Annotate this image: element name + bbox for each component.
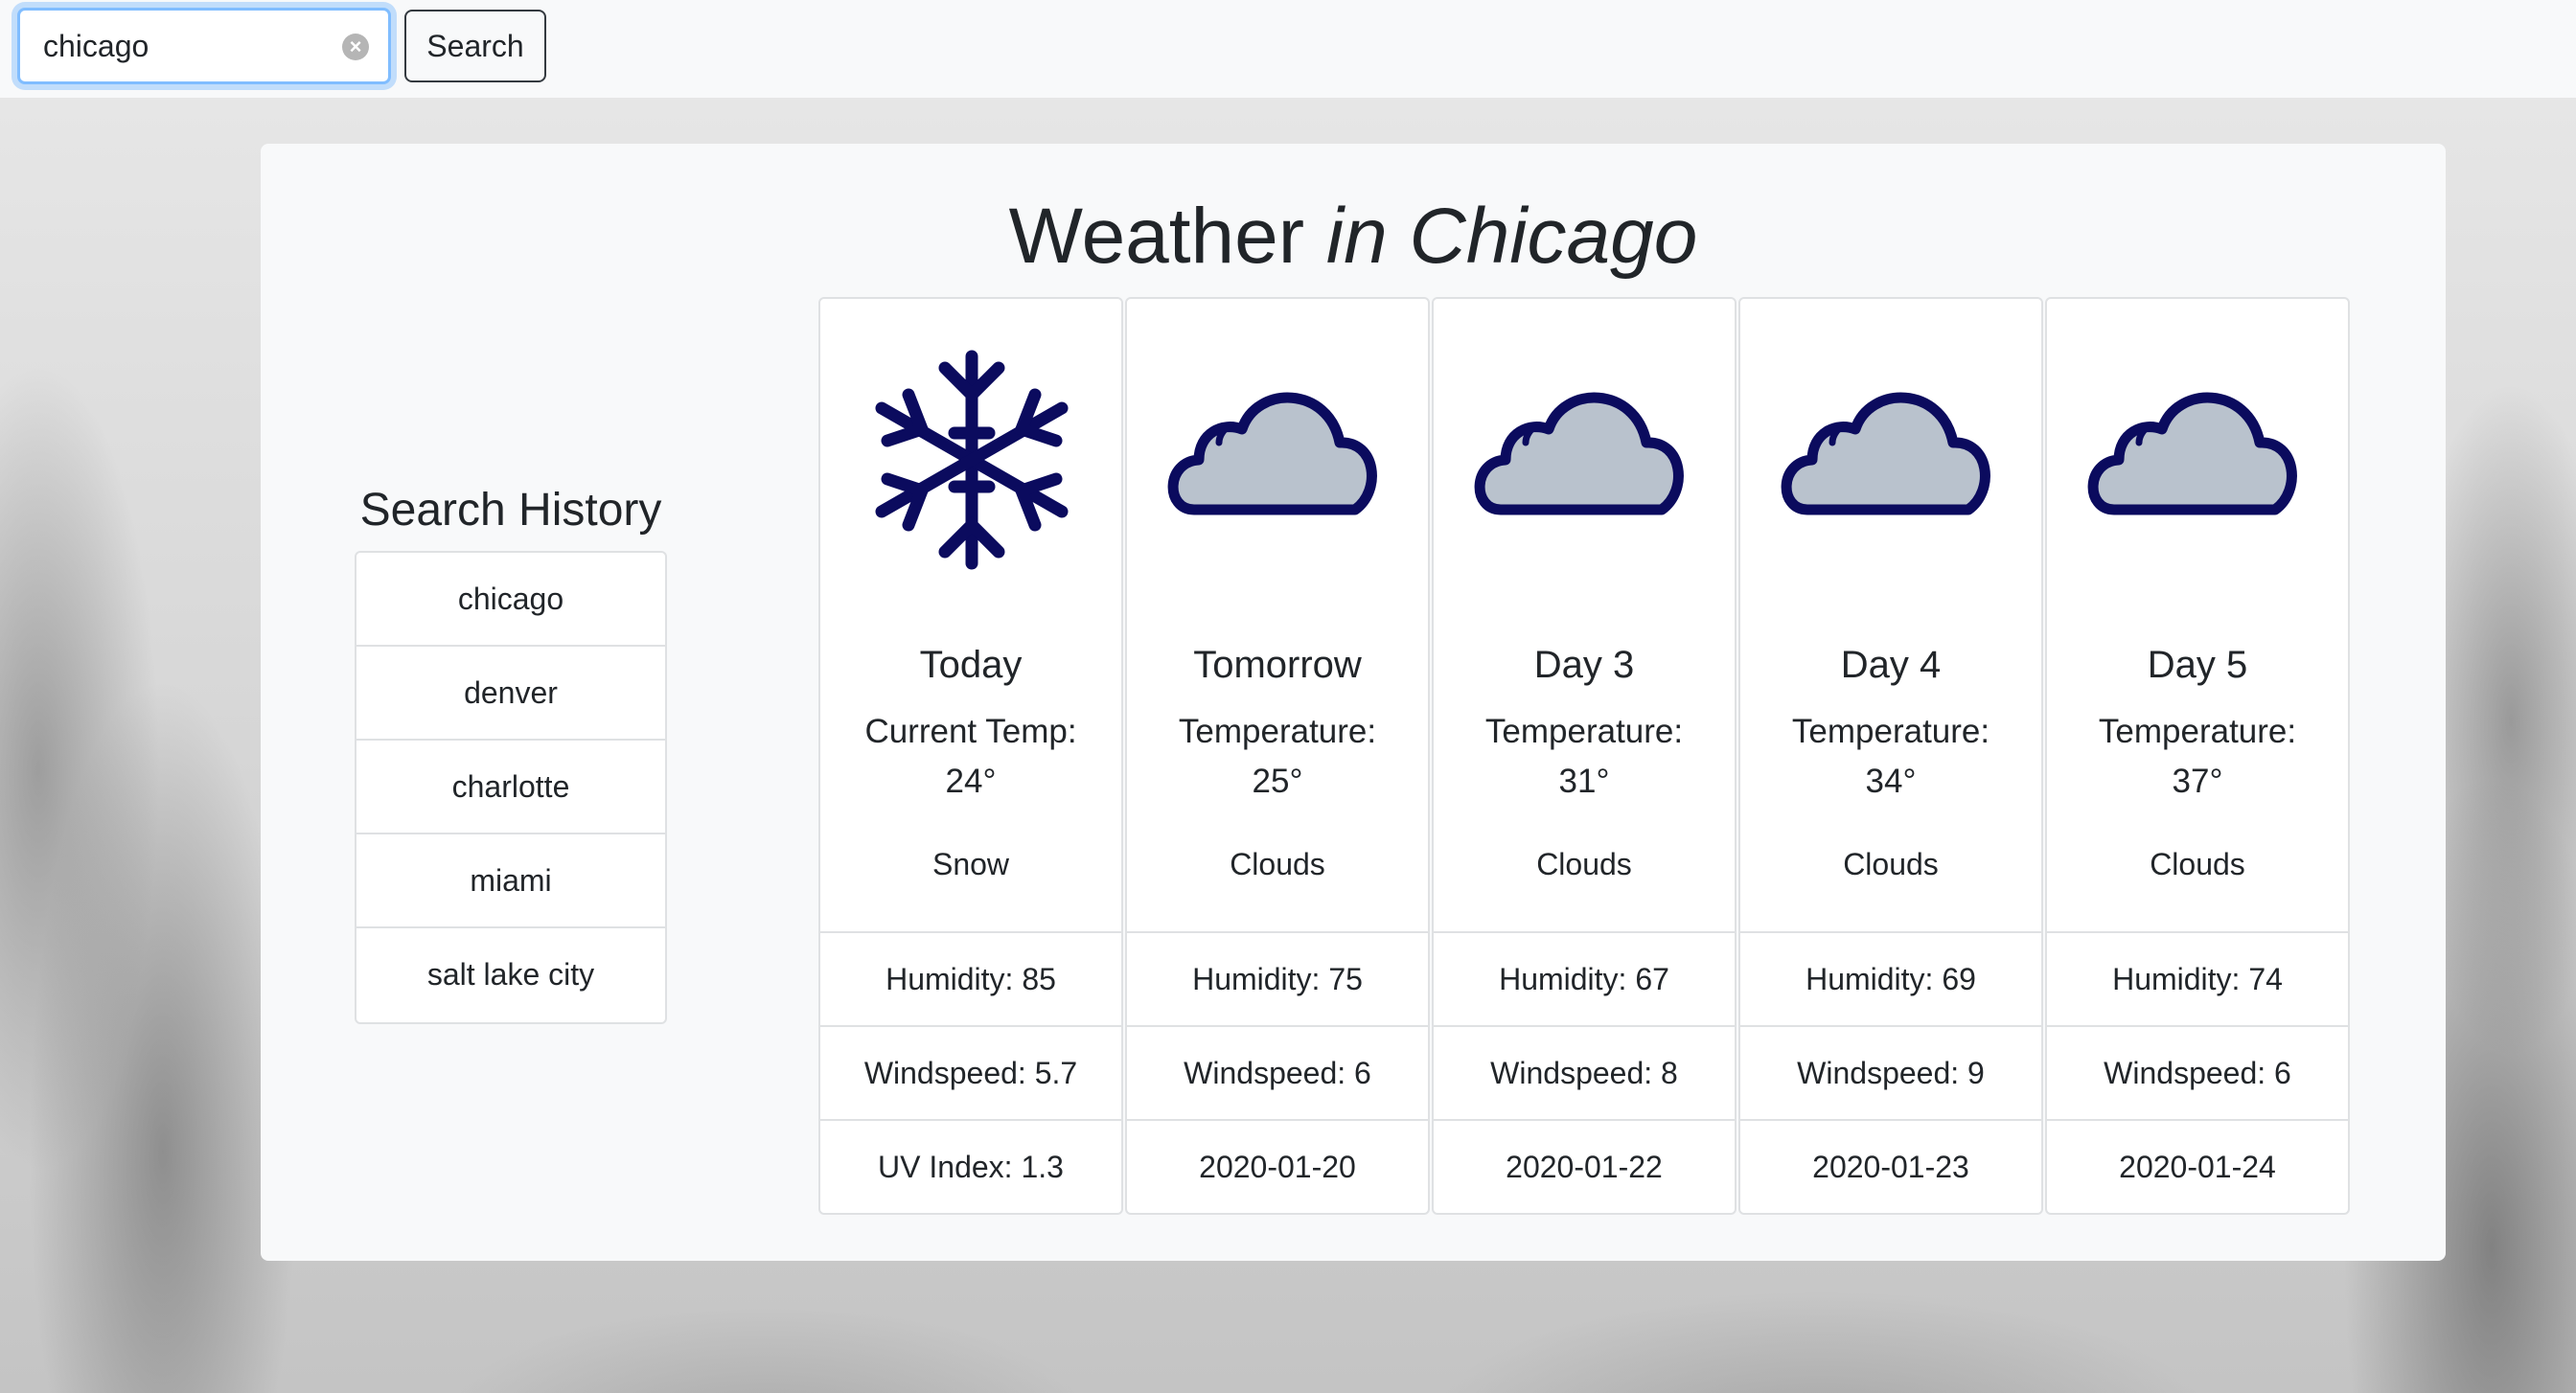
weather-condition: Clouds xyxy=(1536,847,1632,881)
title-main: Weather xyxy=(1008,193,1305,280)
temperature-value: 31° xyxy=(1558,763,1610,800)
windspeed: Windspeed: 8 xyxy=(1434,1025,1735,1119)
windspeed: Windspeed: 6 xyxy=(1127,1025,1428,1119)
cloud-icon xyxy=(1781,392,1990,515)
forecast-day: Day 5 xyxy=(2147,644,2248,686)
clear-search-icon[interactable]: × xyxy=(342,34,369,60)
temperature-value: 24° xyxy=(945,763,997,800)
history-item[interactable]: miami xyxy=(356,834,665,928)
history-item[interactable]: salt lake city xyxy=(356,928,665,1022)
humidity: Humidity: 74 xyxy=(2047,931,2348,1025)
cloud-icon xyxy=(1167,392,1377,515)
temperature-label: Current Temp: xyxy=(864,713,1077,750)
forecast-card-day-4: Day 4 Temperature: 34° Clouds Humidity: … xyxy=(1738,297,2043,1215)
temperature-label: Temperature: xyxy=(1484,713,1684,750)
search-field[interactable]: × xyxy=(17,8,391,84)
title-location: in Chicago xyxy=(1325,193,1698,280)
top-navbar: × Search xyxy=(0,0,2576,98)
forecast-card-day-5: Day 5 Temperature: 37° Clouds Humidity: … xyxy=(2045,297,2350,1215)
search-history-title: Search History xyxy=(359,485,662,536)
snowflake-icon xyxy=(875,350,1069,570)
forecast-card-today: Today Current Temp: 24° Snow Humidity: 8… xyxy=(818,297,1123,1215)
forecast-day: Tomorrow xyxy=(1193,644,1362,686)
humidity: Humidity: 69 xyxy=(1740,931,2041,1025)
search-button[interactable]: Search xyxy=(404,10,546,82)
weather-condition: Snow xyxy=(932,847,1010,881)
history-item[interactable]: denver xyxy=(356,647,665,741)
weather-condition: Clouds xyxy=(1230,847,1325,881)
windspeed: Windspeed: 6 xyxy=(2047,1025,2348,1119)
forecast-card-day-3: Day 3 Temperature: 31° Clouds Humidity: … xyxy=(1432,297,1736,1215)
humidity: Humidity: 85 xyxy=(820,931,1121,1025)
forecast-date: 2020-01-24 xyxy=(2047,1119,2348,1213)
forecast-card-tomorrow: Tomorrow Temperature: 25° Clouds Humidit… xyxy=(1125,297,1430,1215)
history-item[interactable]: chicago xyxy=(356,553,665,647)
humidity: Humidity: 67 xyxy=(1434,931,1735,1025)
temperature-value: 25° xyxy=(1252,763,1303,800)
temperature-label: Temperature: xyxy=(1791,713,1990,750)
temperature-label: Temperature: xyxy=(2098,713,2297,750)
forecast-day: Day 4 xyxy=(1840,644,1942,686)
weather-condition: Clouds xyxy=(1843,847,1939,881)
history-item[interactable]: charlotte xyxy=(356,741,665,834)
forecast-day: Day 3 xyxy=(1533,644,1635,686)
windspeed: Windspeed: 9 xyxy=(1740,1025,2041,1119)
forecast-date: 2020-01-20 xyxy=(1127,1119,1428,1213)
search-history: Search History chicago denver charlotte … xyxy=(355,484,667,1024)
weather-panel: Weather in Chicago Search History chicag… xyxy=(261,144,2446,1261)
forecast-day: Today xyxy=(919,644,1023,686)
windspeed: Windspeed: 5.7 xyxy=(820,1025,1121,1119)
forecast-date: 2020-01-23 xyxy=(1740,1119,2041,1213)
search-history-list: chicago denver charlotte miami salt lake… xyxy=(355,551,667,1024)
forecast-date: 2020-01-22 xyxy=(1434,1119,1735,1213)
uv-index: UV Index: 1.3 xyxy=(820,1119,1121,1213)
weather-condition: Clouds xyxy=(2150,847,2245,881)
humidity: Humidity: 75 xyxy=(1127,931,1428,1025)
temperature-label: Temperature: xyxy=(1178,713,1377,750)
cloud-icon xyxy=(2087,392,2297,515)
cloud-icon xyxy=(1474,392,1684,515)
temperature-value: 37° xyxy=(2172,763,2223,800)
search-input[interactable] xyxy=(20,11,388,81)
page-title: Weather in Chicago xyxy=(261,192,2446,282)
forecast-cards: Today Current Temp: 24° Snow Humidity: 8… xyxy=(818,297,2350,1215)
temperature-value: 34° xyxy=(1865,763,1917,800)
